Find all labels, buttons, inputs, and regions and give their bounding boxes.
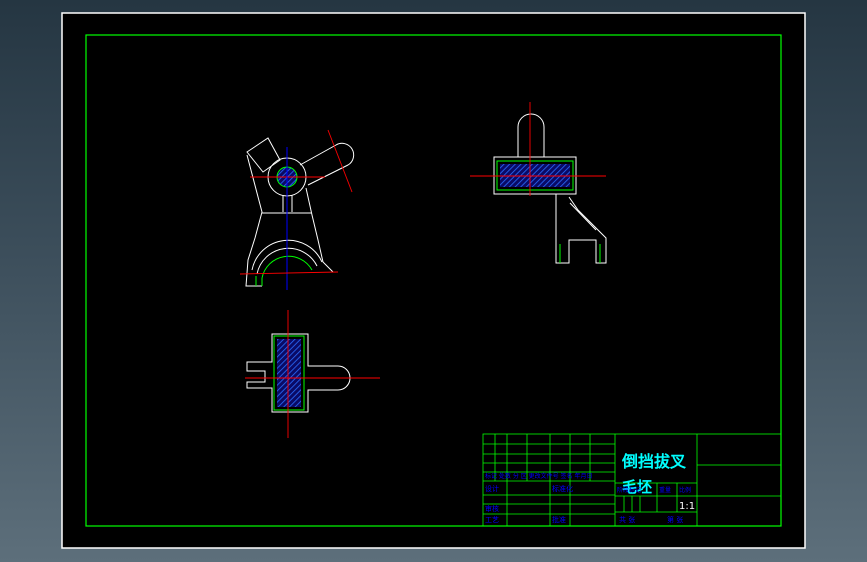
check-label: 审核 — [485, 504, 499, 513]
drawing-title: 倒挡拔叉 — [621, 452, 687, 471]
scale-value: 1:1 — [679, 501, 695, 512]
craft-label: 工艺 — [485, 516, 499, 524]
approve-label: 批准 — [552, 515, 566, 524]
drawing-sheet — [61, 12, 806, 549]
side-section-hatch — [500, 164, 570, 187]
ratio-label: 比例 — [679, 486, 691, 494]
sheets-total-label: 共 张 — [619, 515, 635, 524]
standard-label: 标准化 — [552, 484, 573, 493]
stage-label: 阶段标记 — [617, 486, 641, 494]
weight-label: 重量 — [659, 486, 671, 494]
top-section-hatch — [277, 339, 301, 407]
cad-drawing-viewport[interactable]: 倒挡拔叉 毛坯 1:1 标记 处数 分 区 更改文件号 签名 年月日 设计 标准… — [0, 0, 867, 562]
sheet-number-label: 第 张 — [667, 515, 683, 524]
revision-row-label: 标记 处数 分 区 更改文件号 签名 年月日 — [485, 472, 592, 480]
design-label: 设计 — [485, 484, 499, 493]
